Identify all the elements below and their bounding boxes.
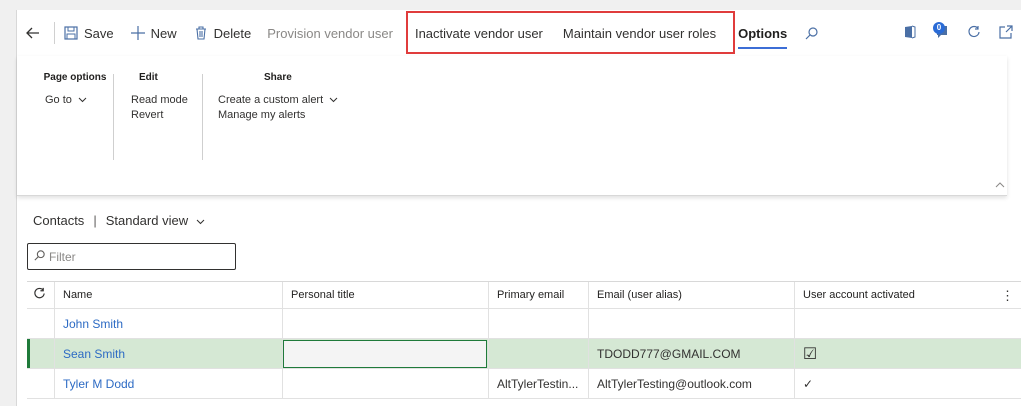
table-row[interactable]: Sean Smith TDODD777@GMAIL.COM ☑ bbox=[27, 339, 1021, 369]
row-selector[interactable] bbox=[27, 339, 55, 368]
group-title: Share bbox=[264, 72, 292, 83]
delete-label: Delete bbox=[213, 25, 252, 41]
name-link[interactable]: Sean Smith bbox=[55, 339, 283, 368]
revert-button[interactable]: Revert bbox=[125, 108, 193, 123]
column-header-email-alias[interactable]: Email (user alias) bbox=[589, 282, 795, 308]
more-options-icon[interactable]: ⋮ bbox=[1001, 288, 1014, 304]
grid-header-row: Name Personal title Primary email Email … bbox=[27, 282, 1021, 309]
filter-input[interactable]: Filter bbox=[27, 243, 236, 270]
delete-button[interactable]: Delete bbox=[185, 10, 260, 56]
search-icon bbox=[34, 249, 45, 264]
group-separator bbox=[202, 74, 203, 160]
ribbon-group-edit: Edit Read mode Revert bbox=[125, 72, 193, 123]
group-separator bbox=[113, 74, 114, 160]
row-selector[interactable] bbox=[27, 369, 55, 398]
notifications-icon: 0 bbox=[933, 21, 949, 42]
save-label: Save bbox=[84, 25, 114, 41]
primary-email-cell[interactable] bbox=[489, 309, 589, 338]
chevron-down-icon bbox=[78, 94, 87, 106]
back-arrow-icon bbox=[25, 25, 41, 41]
view-name: Standard view bbox=[105, 213, 189, 228]
email-alias-cell[interactable]: TDODD777@GMAIL.COM bbox=[589, 339, 795, 368]
action-pane-right-icons: 0 bbox=[894, 10, 1021, 56]
collapse-ribbon-button[interactable] bbox=[995, 177, 1005, 191]
read-mode-button[interactable]: Read mode bbox=[125, 93, 193, 108]
column-header-personal-title[interactable]: Personal title bbox=[283, 282, 489, 308]
manage-my-alerts-button[interactable]: Manage my alerts bbox=[218, 108, 368, 123]
provision-label: Provision vendor user bbox=[267, 25, 393, 41]
search-icon bbox=[803, 25, 819, 41]
new-button[interactable]: New bbox=[122, 10, 185, 56]
open-new-window-button[interactable] bbox=[990, 10, 1021, 56]
standard-view-dropdown[interactable]: Standard view bbox=[106, 213, 205, 228]
new-label: New bbox=[150, 25, 177, 41]
back-button[interactable] bbox=[17, 10, 54, 56]
personal-title-input[interactable] bbox=[283, 339, 487, 368]
primary-email-cell[interactable]: AltTylerTestin... bbox=[489, 369, 589, 398]
highlight-box bbox=[406, 11, 735, 54]
email-alias-cell[interactable]: AltTylerTesting@outlook.com bbox=[589, 369, 795, 398]
create-custom-alert-menu[interactable]: Create a custom alert bbox=[218, 93, 368, 108]
filter-placeholder: Filter bbox=[49, 249, 76, 264]
activated-cell[interactable]: ☑ bbox=[795, 339, 1021, 368]
group-title: Edit bbox=[139, 72, 158, 83]
activated-checkbox[interactable]: ☑ bbox=[803, 346, 817, 363]
ribbon-group-share: Share Create a custom alert Manage my al… bbox=[218, 72, 368, 123]
ribbon-panel: Page options Go to Edit Read mode Revert… bbox=[17, 56, 1007, 196]
go-to-label: Go to bbox=[45, 94, 72, 106]
activated-cell[interactable] bbox=[795, 309, 1021, 338]
notification-badge: 0 bbox=[933, 21, 945, 34]
refresh-icon bbox=[33, 287, 46, 303]
plus-icon bbox=[130, 25, 146, 41]
provision-vendor-user-button[interactable]: Provision vendor user bbox=[259, 10, 401, 56]
open-new-window-icon bbox=[999, 24, 1013, 42]
save-button[interactable]: Save bbox=[55, 10, 122, 56]
office-icon bbox=[904, 25, 916, 42]
trash-icon bbox=[193, 25, 209, 41]
app-frame: Save New Delete Provision vendor user In… bbox=[16, 10, 1021, 406]
refresh-button[interactable] bbox=[958, 10, 990, 56]
tab-options[interactable]: Options bbox=[730, 10, 795, 56]
activated-cell[interactable]: ✓ bbox=[795, 369, 1021, 398]
contacts-title: Contacts bbox=[33, 213, 85, 228]
personal-title-cell[interactable] bbox=[283, 369, 489, 398]
create-custom-alert-label: Create a custom alert bbox=[218, 94, 324, 106]
column-header-name[interactable]: Name bbox=[55, 282, 283, 308]
office-button[interactable] bbox=[894, 10, 926, 56]
action-pane: Save New Delete Provision vendor user In… bbox=[17, 10, 1021, 56]
group-title: Page options bbox=[43, 72, 107, 83]
search-button[interactable] bbox=[795, 10, 832, 56]
contacts-grid: Name Personal title Primary email Email … bbox=[27, 281, 1021, 399]
chevron-down-icon bbox=[329, 94, 338, 106]
ribbon-group-page-options: Page options Go to bbox=[39, 72, 111, 108]
save-icon bbox=[63, 25, 79, 41]
column-header-primary-email[interactable]: Primary email bbox=[489, 282, 589, 308]
refresh-grid-button[interactable] bbox=[27, 282, 55, 308]
row-selector[interactable] bbox=[27, 309, 55, 338]
table-row[interactable]: Tyler M Dodd AltTylerTestin... AltTylerT… bbox=[27, 369, 1021, 399]
notifications-button[interactable]: 0 bbox=[926, 10, 958, 56]
primary-email-cell[interactable] bbox=[489, 339, 589, 368]
name-link[interactable]: John Smith bbox=[55, 309, 283, 338]
chevron-up-icon bbox=[995, 177, 1005, 191]
personal-title-cell[interactable] bbox=[283, 339, 489, 368]
view-separator: | bbox=[93, 213, 97, 228]
table-row[interactable]: John Smith bbox=[27, 309, 1021, 339]
options-label: Options bbox=[738, 25, 788, 41]
name-link[interactable]: Tyler M Dodd bbox=[55, 369, 283, 398]
go-to-menu[interactable]: Go to bbox=[39, 93, 111, 108]
view-selector: Contacts | Standard view bbox=[33, 213, 205, 228]
refresh-icon bbox=[967, 25, 981, 42]
email-alias-cell[interactable] bbox=[589, 309, 795, 338]
column-header-user-account-activated[interactable]: User account activated bbox=[795, 282, 1021, 308]
personal-title-cell[interactable] bbox=[283, 309, 489, 338]
chevron-down-icon bbox=[196, 213, 205, 228]
